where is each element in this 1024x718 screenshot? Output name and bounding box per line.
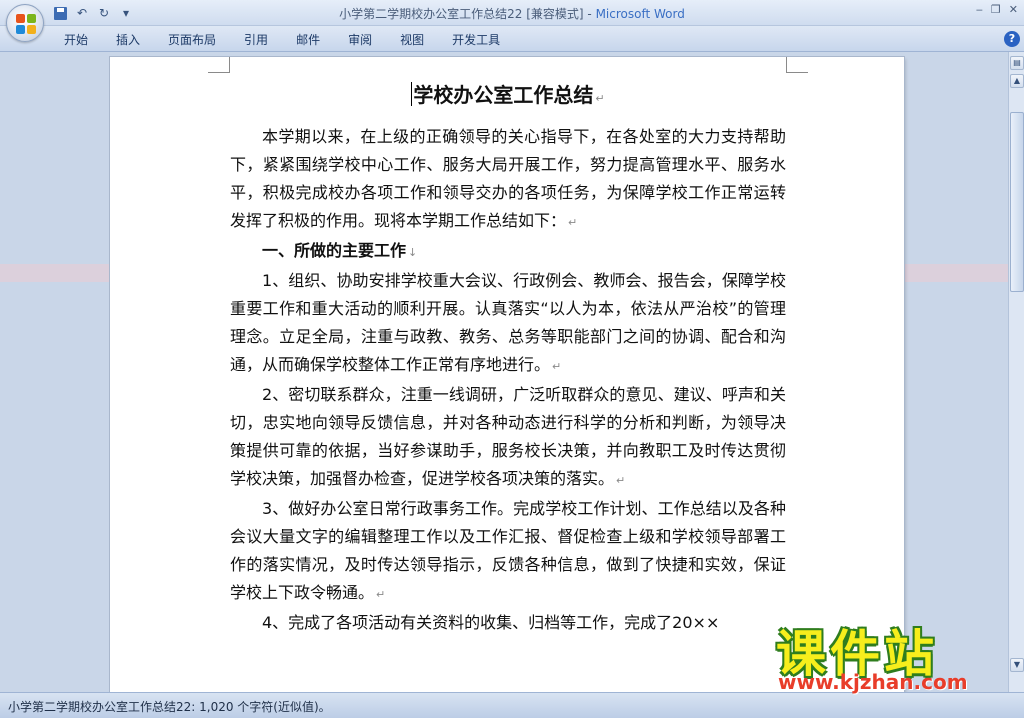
- ruler-toggle-icon[interactable]: ▤: [1010, 56, 1024, 70]
- word-count-status[interactable]: 小学第二学期校办公室工作总结22: 1,020 个字符(近似值)。: [8, 698, 331, 715]
- ribbon-tabs: 开始 插入 页面布局 引用 邮件 审阅 视图 开发工具: [50, 31, 514, 49]
- restore-icon[interactable]: ❐: [991, 3, 1001, 16]
- document-title: 学校办公室工作总结 ↵: [230, 75, 786, 119]
- paragraph-item-1: 1、组织、协助安排学校重大会议、行政例会、教师会、报告会，保障学校重要工作和重大…: [230, 271, 786, 374]
- app-name: Microsoft Word: [595, 7, 685, 21]
- paragraph-mark-icon: ↵: [595, 92, 605, 105]
- paragraph-item-3: 3、做好办公室日常行政事务工作。完成学校工作计划、工作总结以及各种会议大量文字的…: [230, 499, 786, 602]
- customize-qat-icon[interactable]: ▾: [118, 5, 134, 21]
- watermark-url: www.kjzhan.com: [778, 670, 968, 694]
- document-name: 小学第二学期校办公室工作总结22 [兼容模式]: [339, 7, 584, 21]
- tab-developer[interactable]: 开发工具: [438, 31, 514, 49]
- paragraph-item-4: 4、完成了各项活动有关资料的收集、归档等工作，完成了20××: [262, 613, 720, 632]
- tab-page-layout[interactable]: 页面布局: [154, 31, 230, 49]
- paragraph-intro: 本学期以来，在上级的正确领导的关心指导下，在各处室的大力支持帮助下，紧紧围绕学校…: [230, 127, 786, 230]
- tab-mailings[interactable]: 邮件: [282, 31, 334, 49]
- document-page[interactable]: 学校办公室工作总结 ↵ 本学期以来，在上级的正确领导的关心指导下，在各处室的大力支…: [110, 57, 904, 692]
- redo-icon[interactable]: ↻: [96, 5, 112, 21]
- status-bar: 小学第二学期校办公室工作总结22: 1,020 个字符(近似值)。: [0, 692, 1024, 718]
- document-title-text: 学校办公室工作总结: [413, 83, 594, 107]
- paragraph-item-2: 2、密切联系群众，注重一线调研，广泛听取群众的意见、建议、呼声和关切，忠实地向领…: [230, 385, 786, 488]
- vertical-scrollbar[interactable]: ▤ ▲ ▼: [1008, 52, 1024, 692]
- close-icon[interactable]: ✕: [1009, 3, 1018, 16]
- document-content[interactable]: 学校办公室工作总结 ↵ 本学期以来，在上级的正确领导的关心指导下，在各处室的大力支…: [230, 75, 786, 637]
- watermark-logo: 课件站 www.kjzhan.com: [772, 614, 1002, 694]
- help-icon[interactable]: ?: [1004, 31, 1020, 47]
- undo-icon[interactable]: ↶: [74, 5, 90, 21]
- window-controls: ‒ ❐ ✕: [976, 3, 1018, 16]
- quick-access-toolbar: ↶ ↻ ▾: [52, 4, 134, 22]
- office-button[interactable]: [6, 4, 44, 42]
- document-area: 学校办公室工作总结 ↵ 本学期以来，在上级的正确领导的关心指导下，在各处室的大力支…: [0, 52, 1008, 692]
- tab-references[interactable]: 引用: [230, 31, 282, 49]
- title-bar: 小学第二学期校办公室工作总结22 [兼容模式] - Microsoft Word…: [0, 0, 1024, 26]
- section-heading: 一、所做的主要工作 ↓: [262, 241, 418, 260]
- tab-home[interactable]: 开始: [50, 31, 102, 49]
- scroll-thumb[interactable]: [1010, 112, 1024, 292]
- tab-insert[interactable]: 插入: [102, 31, 154, 49]
- crop-mark-top-right: [786, 57, 808, 73]
- crop-mark-top-left: [208, 57, 230, 73]
- minimize-icon[interactable]: ‒: [976, 3, 983, 16]
- save-icon[interactable]: [52, 5, 68, 21]
- tab-view[interactable]: 视图: [386, 31, 438, 49]
- scroll-up-icon[interactable]: ▲: [1010, 74, 1024, 88]
- office-button-icon: [16, 14, 36, 34]
- title-separator: -: [583, 7, 596, 21]
- ribbon: 开始 插入 页面布局 引用 邮件 审阅 视图 开发工具 ?: [0, 26, 1024, 52]
- window-title: 小学第二学期校办公室工作总结22 [兼容模式] - Microsoft Word: [0, 5, 1024, 22]
- tab-review[interactable]: 审阅: [334, 31, 386, 49]
- scroll-down-icon[interactable]: ▼: [1010, 658, 1024, 672]
